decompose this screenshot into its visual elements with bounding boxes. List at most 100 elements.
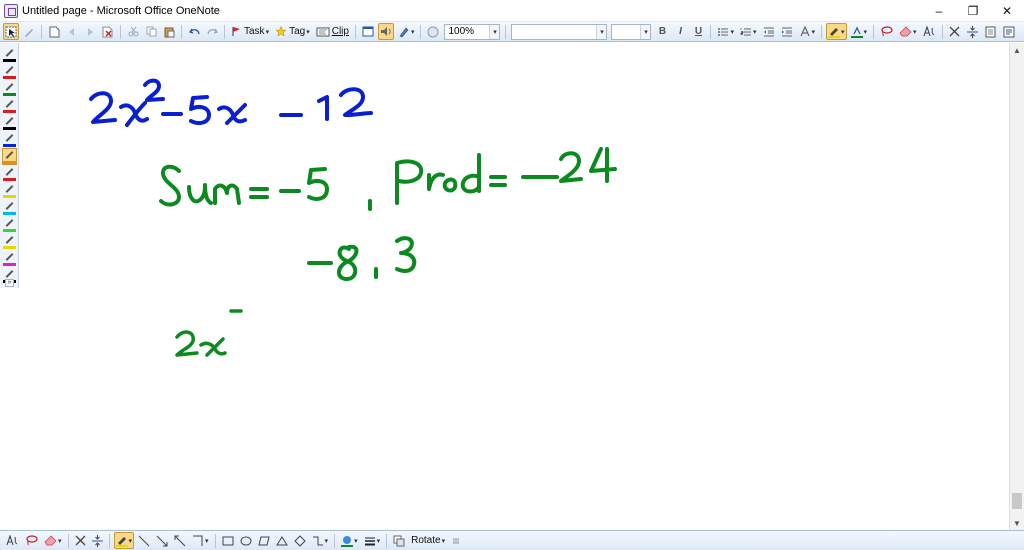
task-button[interactable]: Task ▾ [229,23,271,40]
select-icon [5,26,17,37]
help-button[interactable] [425,23,441,40]
chevron-down-icon: ▾ [596,24,607,39]
parallelogram-tool-button[interactable] [256,532,272,549]
triangle-tool-button[interactable] [274,532,290,549]
pen-icon [399,27,409,37]
pen-swatch[interactable] [3,200,16,215]
redo-icon [206,28,218,34]
bold-button[interactable]: B [654,23,670,40]
styles-button[interactable]: ▾ [797,23,818,40]
underline-button[interactable]: U [690,23,706,40]
increase-indent-button[interactable] [779,23,795,40]
color-button[interactable]: ▾ [339,532,360,549]
audio-button[interactable] [377,23,394,40]
more-tools-button[interactable] [449,532,463,549]
delete-button[interactable] [73,532,88,549]
pen-swatch[interactable] [3,81,16,96]
pens-button[interactable]: ▾ [396,23,417,40]
restore-button[interactable]: ❐ [956,0,990,22]
rectangle-icon [222,536,234,545]
double-arrow-tool-button[interactable] [172,532,188,549]
zoom-select[interactable]: 100% ▾ [444,23,501,40]
vertical-scrollbar[interactable]: ▲ ▼ [1009,43,1024,530]
italic-button[interactable]: I [672,23,688,40]
scroll-up-arrow-icon[interactable]: ▲ [1010,43,1024,57]
line-tool-button[interactable] [136,532,152,549]
arrow-tool-button[interactable] [154,532,170,549]
scroll-thumb[interactable] [1012,493,1022,509]
circle-tool-button[interactable] [238,532,254,549]
bullets-button[interactable]: ▾ [715,23,736,40]
onenote-window: Untitled page - Microsoft Office OneNote… [0,0,1024,550]
font-color-button[interactable]: ▾ [849,23,870,40]
decrease-indent-button[interactable] [761,23,777,40]
window-title: Untitled page - Microsoft Office OneNote [22,4,220,17]
axes-tool-button[interactable]: ▾ [190,532,211,549]
full-page-view-button[interactable] [360,23,376,40]
tag-button[interactable]: Tag ▾ [273,23,312,40]
diamond-tool-button[interactable] [292,532,308,549]
redo-button[interactable] [204,23,220,40]
undo-button[interactable] [186,23,202,40]
clip-button[interactable]: Clip [314,23,351,40]
pen-swatch[interactable] [3,166,16,181]
pen-icon [115,536,128,547]
delete-button[interactable] [100,23,116,40]
select-tool-button[interactable] [3,23,19,40]
pen-swatch[interactable] [3,217,16,232]
ink-to-text-button[interactable] [4,532,21,549]
arrange-button[interactable] [391,532,407,549]
rotate-button[interactable]: Rotate ▾ [409,532,447,549]
copy-button[interactable] [143,23,159,40]
speaker-icon [380,27,391,36]
pen-swatch[interactable] [3,64,16,79]
pen-swatch[interactable] [3,98,16,113]
pen-swatch[interactable] [3,115,16,130]
font-color-icon [850,26,863,38]
ink-layer [89,78,617,357]
cut-button[interactable] [125,23,141,40]
delete-ink-button[interactable] [947,23,963,40]
minimize-button[interactable]: – [922,0,956,22]
pen-swatch[interactable] [3,251,16,266]
numbering-button[interactable]: ▾ [738,23,759,40]
page-setup-button[interactable] [983,23,999,40]
new-page-button[interactable] [46,23,62,40]
palette-expand-button[interactable]: » [5,279,14,287]
chevron-down-icon: ▾ [128,537,133,545]
chevron-down-icon: ▾ [265,28,270,36]
eraser-button[interactable]: ▾ [897,23,919,40]
pen-swatch[interactable] [3,183,16,198]
note-canvas[interactable] [19,43,1009,530]
lasso-button[interactable] [878,23,895,40]
chevron-down-icon: ▾ [489,24,500,39]
pen-swatch[interactable] [3,234,16,249]
side-note-button[interactable] [1001,23,1017,40]
pen-swatch[interactable] [2,148,17,165]
eraser-icon [899,26,912,37]
numbered-list-icon [740,27,751,35]
pen-button[interactable]: ▾ [113,532,135,549]
line-weight-button[interactable]: ▾ [362,532,383,549]
eraser-button[interactable]: ▾ [42,532,64,549]
connector-tool-button[interactable]: ▾ [310,532,331,549]
back-button[interactable] [64,23,80,40]
font-size-select[interactable]: ▾ [611,23,652,40]
highlighter-button[interactable]: ▾ [826,23,847,40]
insert-space-button[interactable] [90,532,105,549]
font-name-select[interactable]: ▾ [511,23,608,40]
forward-button[interactable] [82,23,98,40]
star-icon [275,26,287,37]
lasso-select-button[interactable] [23,532,40,549]
insert-space-button[interactable] [965,23,981,40]
connector-icon [312,536,323,545]
rectangle-tool-button[interactable] [220,532,236,549]
paste-button[interactable] [161,23,177,40]
new-page-icon [49,26,59,37]
close-button[interactable]: ✕ [990,0,1024,22]
ink-to-text-button[interactable] [921,23,938,40]
pen-swatch[interactable] [3,47,16,62]
type-tool-button[interactable] [21,23,37,40]
scroll-down-arrow-icon[interactable]: ▼ [1010,516,1024,530]
pen-swatch[interactable] [3,132,16,147]
